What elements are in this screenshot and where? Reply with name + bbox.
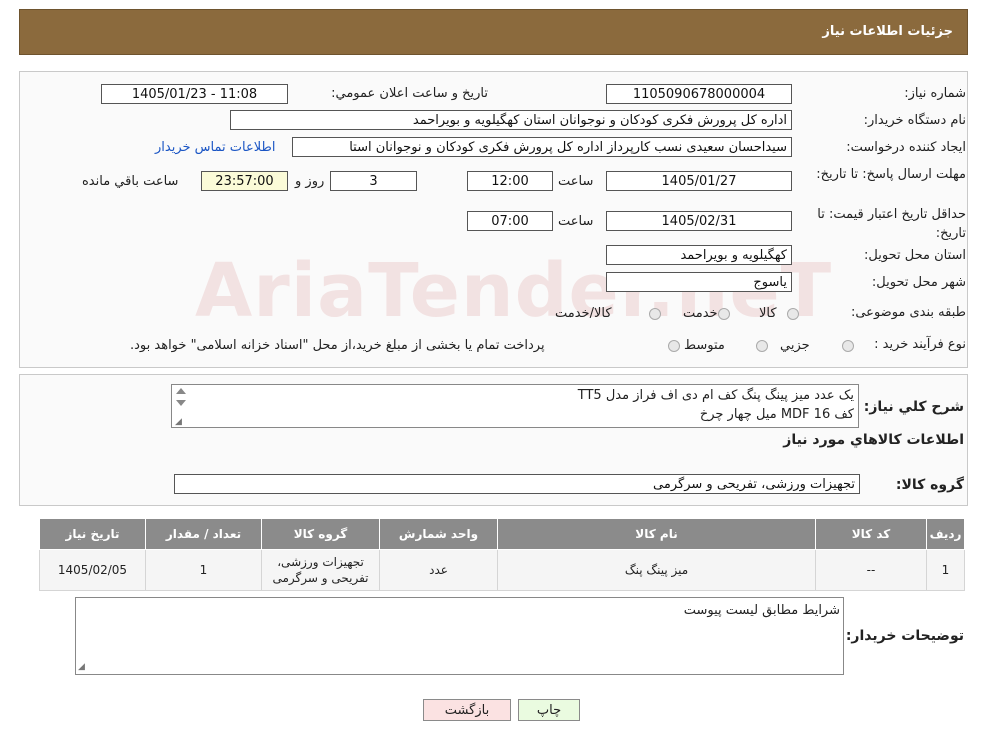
cell-unit: عدد: [379, 549, 498, 591]
buyer-contact-link[interactable]: اطلاعات تماس خريدار: [155, 140, 275, 155]
province-field[interactable]: کهگیلویه و بویراحمد: [606, 245, 792, 265]
category-option-service: خدمت: [683, 306, 718, 321]
col-group: گروه کالا: [261, 518, 380, 550]
announce-label: تاریخ و ساعت اعلان عمومي:: [331, 86, 488, 101]
col-date: تاريخ نياز: [39, 518, 146, 550]
summary-textarea[interactable]: یک عدد میز پینگ پنگ کف ام دی اف فراز مدل…: [171, 384, 859, 428]
validity-date-field[interactable]: 1405/02/31: [606, 211, 792, 231]
cell-date: 1405/02/05: [39, 549, 146, 591]
scroll-down-icon[interactable]: [176, 400, 186, 406]
buyer-notes-text: شرایط مطابق لیست پیوست: [683, 603, 840, 618]
buyer-label: نام دستگاه خريدار:: [863, 113, 966, 128]
validity-time-label: ساعت: [558, 214, 594, 229]
category-radio-goods-service[interactable]: [649, 308, 661, 320]
goods-section-title: اطلاعات کالاهاي مورد نياز: [783, 432, 964, 448]
process-radio-treasury[interactable]: [668, 340, 680, 352]
need-number-field[interactable]: 1105090678000004: [606, 84, 792, 104]
validity-label: حداقل تاريخ اعتبار قيمت: تا تاریخ:: [817, 207, 966, 241]
buyer-notes-textarea[interactable]: شرایط مطابق لیست پیوست ◢: [75, 597, 844, 675]
city-label: شهر محل تحويل:: [871, 275, 966, 290]
resize-grip-icon[interactable]: ◢: [175, 417, 182, 427]
summary-line-2: کف 16 MDF میل چهار چرخ: [699, 407, 854, 422]
cell-group: تجهیزات ورزشی، تفریحی و سرگرمی: [261, 549, 380, 591]
cell-qty: 1: [145, 549, 262, 591]
col-code: کد کالا: [815, 518, 927, 550]
category-option-goods-service: کالا/خدمت: [555, 306, 612, 321]
deadline-time-field[interactable]: 12:00: [467, 171, 553, 191]
print-button[interactable]: چاپ: [518, 699, 580, 721]
creator-field[interactable]: سیداحسان سعیدی نسب کارپرداز اداره کل پرو…: [292, 137, 792, 157]
goods-group-field[interactable]: تجهیزات ورزشی، تفریحی و سرگرمی: [174, 474, 860, 494]
province-label: استان محل تحويل:: [864, 248, 966, 263]
back-button[interactable]: بازگشت: [423, 699, 511, 721]
city-field[interactable]: یاسوج: [606, 272, 792, 292]
deadline-date-field[interactable]: 1405/01/27: [606, 171, 792, 191]
buyer-notes-label: توضيحات خريدار:: [845, 628, 964, 644]
page-title: جزئیات اطلاعات نیاز: [822, 24, 953, 39]
process-radio-medium[interactable]: [756, 340, 768, 352]
process-note: پرداخت تمام يا بخشی از مبلغ خريد،از محل …: [130, 338, 545, 353]
scroll-up-icon[interactable]: [176, 388, 186, 394]
announce-field[interactable]: 1405/01/23 - 11:08: [101, 84, 288, 104]
process-radio-minor[interactable]: [842, 340, 854, 352]
col-unit: واحد شمارش: [379, 518, 498, 550]
process-option-medium: متوسط: [684, 338, 725, 353]
remaining-label: ساعت باقي مانده: [82, 174, 179, 189]
resize-grip-icon[interactable]: ◢: [78, 662, 85, 672]
cell-name: میز پینگ پنگ: [497, 549, 816, 591]
category-option-goods: کالا: [759, 306, 777, 321]
col-name: نام کالا: [497, 518, 816, 550]
page-header: جزئیات اطلاعات نیاز: [19, 9, 968, 55]
need-number-label: شماره نیاز:: [904, 86, 966, 101]
process-option-minor: جزيي: [780, 338, 810, 353]
cell-index: 1: [926, 549, 965, 591]
validity-time-field[interactable]: 07:00: [467, 211, 553, 231]
remaining-field: 23:57:00: [201, 171, 288, 191]
col-index: رديف: [926, 518, 965, 550]
category-radio-service[interactable]: [718, 308, 730, 320]
days-field[interactable]: 3: [330, 171, 417, 191]
deadline-time-label: ساعت: [558, 174, 594, 189]
process-label: نوع فرآيند خريد :: [874, 337, 966, 352]
deadline-label: مهلت ارسال پاسخ: تا تاریخ:: [816, 167, 966, 182]
creator-label: ايجاد کننده درخواست:: [846, 140, 966, 155]
summary-line-1: یک عدد میز پینگ پنگ کف ام دی اف فراز مدل…: [577, 388, 854, 403]
buyer-field[interactable]: اداره کل پرورش فکری کودکان و نوجوانان اس…: [230, 110, 792, 130]
goods-table: رديف کد کالا نام کالا واحد شمارش گروه کا…: [39, 518, 965, 591]
cell-code: --: [815, 549, 927, 591]
category-radio-goods[interactable]: [787, 308, 799, 320]
summary-label: شرح کلي نياز:: [863, 399, 964, 415]
table-row: 1 -- میز پینگ پنگ عدد تجهیزات ورزشی، تفر…: [39, 549, 965, 591]
category-label: طبقه بندی موضوعی:: [850, 305, 966, 320]
days-label: روز و: [295, 174, 325, 189]
goods-group-label: گروه کالا:: [895, 477, 964, 493]
col-qty: تعداد / مقدار: [145, 518, 262, 550]
table-header-row: رديف کد کالا نام کالا واحد شمارش گروه کا…: [39, 518, 965, 550]
